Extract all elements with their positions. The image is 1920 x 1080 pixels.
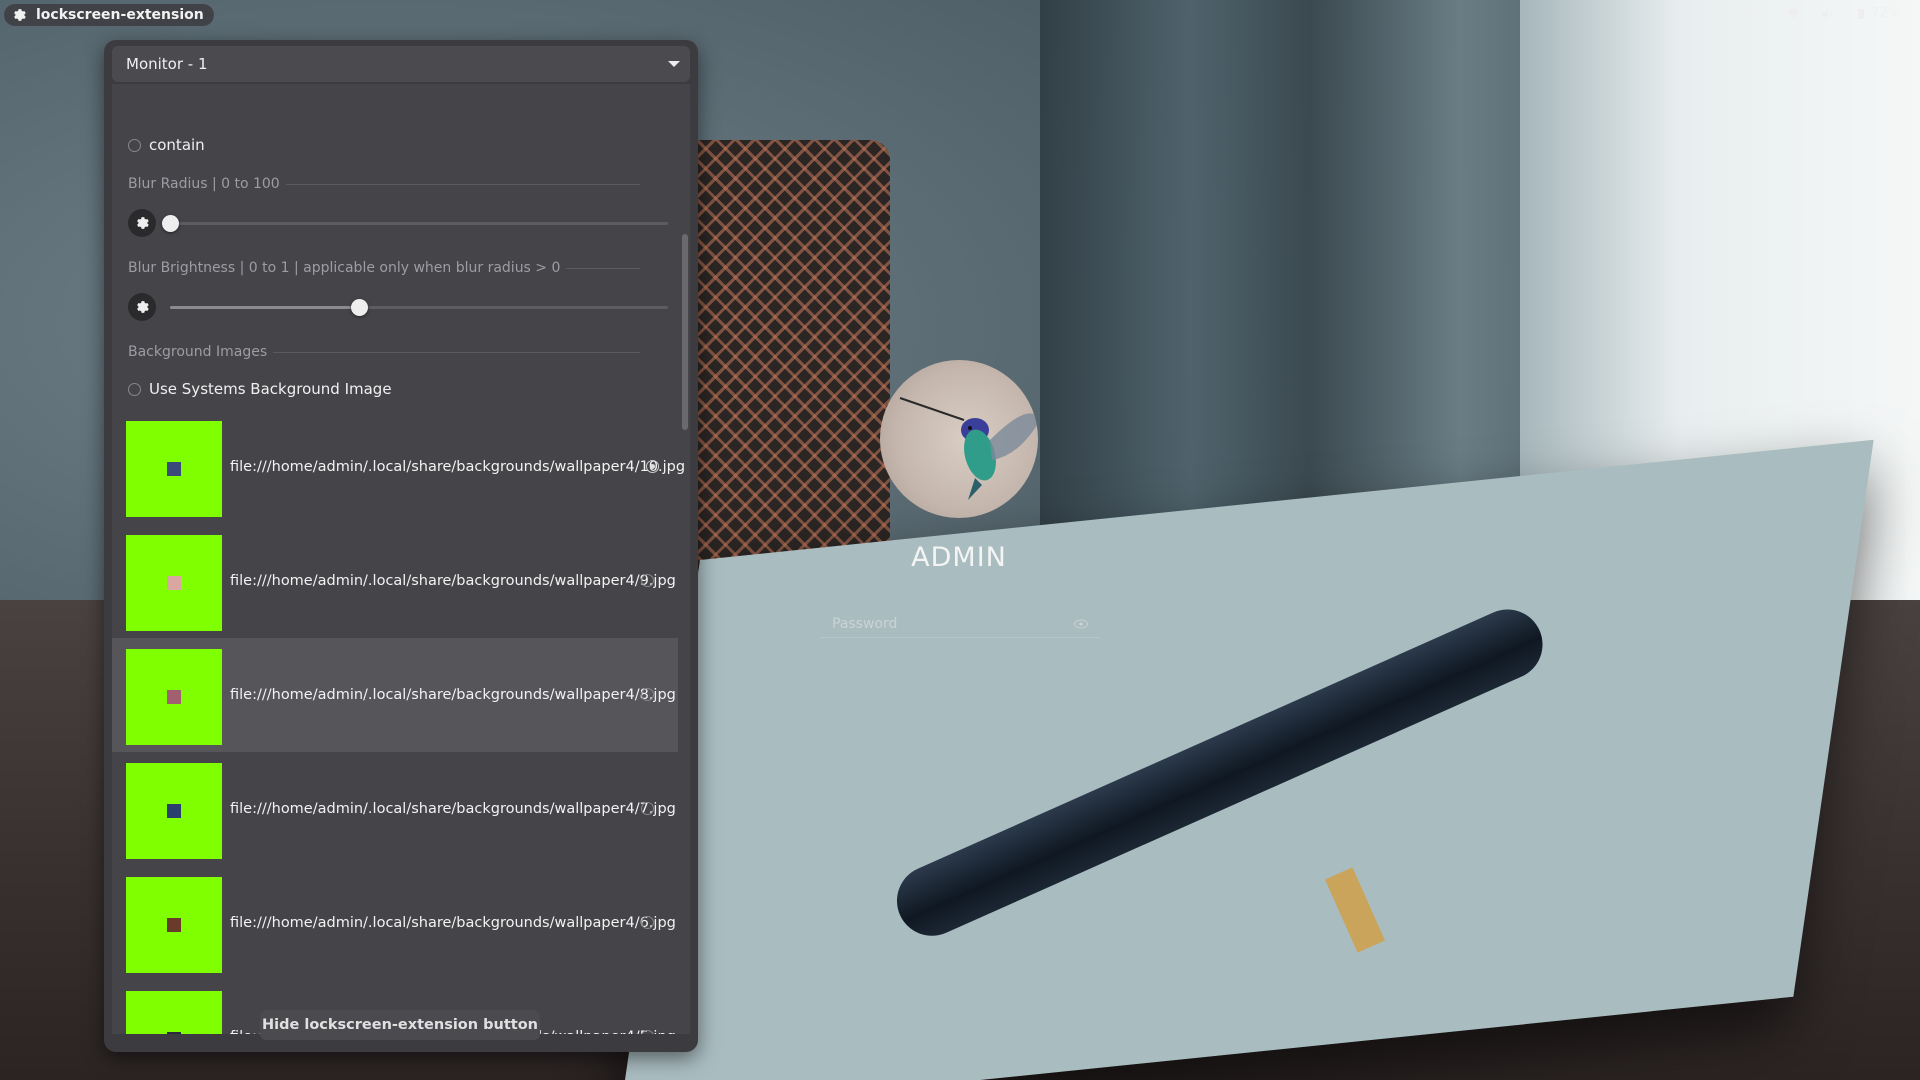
background-image-path: file:///home/admin/.local/share/backgrou… bbox=[230, 459, 686, 475]
background-image-path: file:///home/admin/.local/share/backgrou… bbox=[230, 801, 676, 817]
blur-brightness-section: Blur Brightness | 0 to 1 | applicable on… bbox=[128, 260, 640, 276]
background-images-label: Background Images bbox=[128, 344, 268, 360]
background-image-thumbnail bbox=[126, 535, 222, 631]
extension-label: lockscreen-extension bbox=[36, 7, 204, 23]
background-image-radio[interactable] bbox=[641, 688, 654, 701]
user-avatar bbox=[880, 360, 1038, 518]
thumbnail-image bbox=[167, 690, 181, 704]
battery-icon bbox=[1858, 8, 1865, 19]
background-image-item[interactable]: file:///home/admin/.local/share/backgrou… bbox=[112, 638, 678, 752]
scrollbar[interactable] bbox=[682, 234, 688, 430]
background-image-item[interactable]: file:///home/admin/.local/share/backgrou… bbox=[112, 752, 678, 866]
password-field[interactable]: Password bbox=[820, 610, 1100, 638]
background-image-thumbnail bbox=[126, 763, 222, 859]
volume-muted-icon[interactable] bbox=[1821, 8, 1833, 20]
divider bbox=[285, 183, 640, 185]
system-tray[interactable]: en 72% bbox=[1749, 6, 1900, 21]
background-image-thumbnail bbox=[126, 421, 222, 517]
blur-radius-slider[interactable] bbox=[162, 215, 668, 232]
blur-radius-section: Blur Radius | 0 to 100 bbox=[128, 176, 640, 192]
eye-icon[interactable] bbox=[1074, 619, 1088, 629]
background-image-item[interactable]: file:///home/admin/.local/share/backgrou… bbox=[112, 524, 678, 638]
gear-icon bbox=[137, 217, 149, 229]
settings-scroll-area[interactable]: contain Blur Radius | 0 to 100 Blur Brig… bbox=[112, 84, 690, 1034]
blur-radius-slider-row bbox=[128, 209, 678, 239]
divider bbox=[273, 351, 640, 353]
keyboard-language[interactable]: en bbox=[1749, 6, 1765, 21]
blur-radius-reset-button[interactable] bbox=[128, 209, 156, 237]
top-bar: lockscreen-extension en 72% bbox=[0, 0, 1920, 30]
background-image-item[interactable]: file:///home/admin/.local/share/backgrou… bbox=[112, 866, 678, 980]
hummingbird-image bbox=[899, 397, 1038, 500]
background-image-thumbnail bbox=[126, 649, 222, 745]
lockscreen-extension-button[interactable]: lockscreen-extension bbox=[4, 4, 214, 26]
username: ADMIN bbox=[911, 542, 1007, 573]
thumbnail-image bbox=[167, 804, 181, 818]
chevron-down-icon bbox=[668, 61, 680, 67]
gear-icon bbox=[14, 9, 26, 21]
blur-brightness-slider[interactable] bbox=[170, 299, 668, 316]
background-image-path: file:///home/admin/.local/share/backgrou… bbox=[230, 687, 676, 703]
lockscreen-extension-panel: Monitor - 1 contain Blur Radius | 0 to 1… bbox=[104, 40, 698, 1052]
contain-label: contain bbox=[149, 136, 205, 154]
slider-handle[interactable] bbox=[162, 215, 179, 232]
thumbnail-image bbox=[167, 576, 181, 590]
thumbnail-image bbox=[167, 1032, 181, 1034]
monitor-select-value: Monitor - 1 bbox=[126, 55, 208, 73]
use-system-background-label: Use Systems Background Image bbox=[149, 380, 392, 398]
gear-icon bbox=[137, 301, 149, 313]
blur-brightness-label: Blur Brightness | 0 to 1 | applicable on… bbox=[128, 260, 561, 276]
use-system-background-radio[interactable] bbox=[128, 382, 141, 396]
background-image-radio[interactable] bbox=[641, 916, 654, 929]
background-image-radio[interactable] bbox=[646, 460, 659, 473]
thumbnail-image bbox=[167, 918, 181, 932]
thumbnail-image bbox=[167, 462, 181, 476]
blur-brightness-reset-button[interactable] bbox=[128, 293, 156, 321]
contain-radio[interactable] bbox=[128, 138, 141, 152]
monitor-select[interactable]: Monitor - 1 bbox=[112, 46, 690, 82]
background-image-item[interactable]: file:///home/admin/.local/share/backgrou… bbox=[112, 410, 685, 524]
background-image-radio[interactable] bbox=[641, 802, 654, 815]
background-image-thumbnail bbox=[126, 877, 222, 973]
divider bbox=[566, 267, 640, 269]
use-system-background-option[interactable]: Use Systems Background Image bbox=[128, 380, 392, 398]
background-image-radio[interactable] bbox=[641, 574, 654, 587]
contain-option[interactable]: contain bbox=[128, 136, 205, 154]
battery-indicator[interactable]: 72% bbox=[1855, 6, 1900, 21]
hide-extension-button[interactable]: Hide lockscreen-extension button bbox=[260, 1010, 540, 1040]
background-images-section: Background Images bbox=[128, 344, 640, 360]
slider-handle[interactable] bbox=[351, 299, 369, 316]
battery-percentage: 72% bbox=[1871, 6, 1900, 21]
slider-fill bbox=[170, 306, 360, 309]
password-placeholder: Password bbox=[832, 615, 898, 632]
background-image-path: file:///home/admin/.local/share/backgrou… bbox=[230, 915, 676, 931]
blur-radius-label: Blur Radius | 0 to 100 bbox=[128, 176, 280, 192]
blur-brightness-slider-row bbox=[128, 293, 678, 323]
background-image-thumbnail bbox=[126, 991, 222, 1034]
background-image-path: file:///home/admin/.local/share/backgrou… bbox=[230, 573, 676, 589]
network-icon[interactable] bbox=[1787, 8, 1800, 20]
